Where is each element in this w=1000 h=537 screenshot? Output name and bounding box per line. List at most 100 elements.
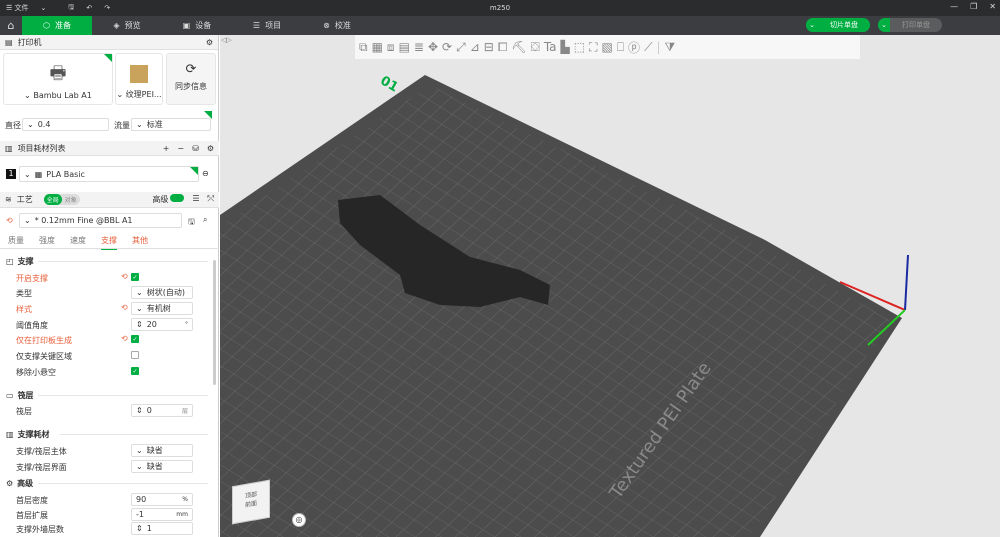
diameter-value: 0.4 [37,120,51,129]
filament-swatch-icon: ▦ [34,169,43,179]
slice-plate-button[interactable]: ⌄ 切片单盘 [806,18,870,32]
buildplate-only-checkbox[interactable]: ✓ [131,335,139,343]
plate-select[interactable]: ⌄ 纹理PEI... [115,53,163,105]
advanced-toggle[interactable] [170,194,185,202]
minimize-icon[interactable]: — [950,2,958,11]
tab-calibration[interactable]: ⊗ 校准 [302,16,372,35]
tab-preview[interactable]: ◈ 预览 [92,16,162,35]
cut-icon[interactable]: ⊟ [484,40,494,54]
add-object-icon[interactable]: ⧉ [359,40,368,55]
raft-layers-stepper[interactable]: ⇕ 0层 [131,404,193,417]
support-interface-select[interactable]: ⌄ 缺省 [131,460,193,473]
reset-icon[interactable]: ⟲ [121,272,128,281]
gear-icon[interactable]: ⚙ [207,144,214,153]
support-interface-label: 支撑/筏层界面 [16,463,67,472]
home-icon[interactable]: ⌂ [0,16,22,35]
auto-orient-icon[interactable]: ⧈ [387,40,395,55]
sync-filament-icon[interactable]: ⛁ [192,144,199,153]
interface-layers-stepper[interactable]: ⇕ 1 [131,522,193,535]
save-preset-icon[interactable]: 🖫 [188,216,195,230]
list-icon[interactable]: ☰ [192,194,199,205]
reset-icon[interactable]: ⟲ [121,334,128,343]
tab-device[interactable]: ▣ 设备 [162,16,232,35]
chevron-down-icon[interactable]: ⌄ [878,18,890,32]
diameter-select[interactable]: ⌄ 0.4 [22,118,109,131]
flow-select[interactable]: ⌄ 标准 [131,118,211,131]
chevron-down-icon[interactable]: ⌄ [806,18,818,32]
compare-icon[interactable]: ⤲ [208,194,214,205]
flow-label: 流量 [114,121,130,130]
interface-layers-label: 支撑外墙层数 [16,525,64,534]
reset-icon[interactable]: ⟲ [6,216,13,225]
sync-info-button[interactable]: ⟳ 同步信息 [166,53,216,105]
layers-icon[interactable]: ▧ [602,40,613,54]
move-icon[interactable]: ✥ [428,40,438,54]
support-paint-icon[interactable]: ⛏ [511,40,526,54]
process-preset-select[interactable]: ⌄ * 0.12mm Fine @BBL A1 [19,213,182,228]
chevron-down-icon[interactable]: ⌄ [35,4,53,12]
angle-stepper[interactable]: ⇕ 20 ° [131,318,193,331]
ruler-icon[interactable]: ⟋ [644,40,652,55]
tab-prepare[interactable]: ⬡ 准备 [22,16,92,35]
plate-view-icon[interactable]: ⓟ [628,39,640,56]
remove-small-label: 移除小悬空 [16,368,56,377]
filament-icon: ▥ [5,143,13,153]
gear-icon[interactable]: ⚙ [206,38,213,47]
tab-project[interactable]: ☰ 项目 [232,16,302,35]
remove-icon[interactable]: − [177,144,184,153]
support-base-select[interactable]: ⌄ 缺省 [131,444,193,457]
add-plate-icon[interactable]: ▦ [372,40,383,54]
text-icon[interactable]: Ta [544,40,557,54]
printer-select[interactable]: 🖶 ⌄ Bambu Lab A1 [3,53,113,105]
critical-only-checkbox[interactable] [131,351,139,359]
restore-icon[interactable]: ❐ [970,2,977,11]
window-title: m250 [489,4,511,12]
assembly-icon[interactable]: ⧩ [665,40,676,55]
split-icon[interactable]: ≣ [414,40,424,54]
tab-label: 项目 [265,21,282,30]
emboss-icon[interactable]: ▙ [561,40,570,54]
3d-viewport[interactable]: 01 Textured PEI Plate ⧉ ▦ ⧈ ▤ ≣ ✥ ⟳ ⤢ ⊿ ⊟ ⧠ ⛏ ⛋ Ta ▙ ⬚… [220,35,1000,537]
raft-layers-label: 筏层 [16,407,32,416]
boolean-icon[interactable]: ⧠ [498,40,508,55]
close-icon[interactable]: ✕ [989,2,996,11]
view-cube[interactable]: 顶部 前面 [232,479,270,525]
undo-icon[interactable]: ↶ [80,4,98,12]
filament-select[interactable]: ⌄ ▦ PLA Basic [19,166,199,182]
support-type-select[interactable]: ⌄ 树状(自动) [131,286,193,299]
collapse-sidebar-icon[interactable]: ◁▷ [221,36,232,44]
rotate-icon[interactable]: ⟳ [442,40,452,54]
device-icon: ▣ [182,21,191,30]
view-options-icon[interactable]: ◎ [292,513,306,527]
search-icon[interactable]: ⌕ [203,215,207,225]
object-view-icon[interactable]: ⎕ [617,40,624,55]
measure-box-icon[interactable]: ⛶ [589,40,597,55]
remove-filament-icon[interactable]: ⊖ [202,169,209,178]
density-input[interactable]: 90% [131,493,193,506]
expansion-input[interactable]: -1 mm [131,508,193,521]
scrollbar[interactable] [213,260,216,385]
support-style-select[interactable]: ⌄ 有机树 [131,302,193,315]
save-icon[interactable]: 🖫 [62,3,80,14]
critical-only-label: 仅支撑关键区域 [16,352,72,361]
cube-front-label: 前面 [244,499,257,510]
lay-on-face-icon[interactable]: ⊿ [470,40,480,54]
support-base-label: 支撑/筏层主体 [16,447,67,456]
arrange-icon[interactable]: ▤ [399,40,410,54]
preset-name: * 0.12mm Fine @BBL A1 [34,216,133,225]
buildplate-only-label: 仅在打印板生成 [16,336,72,345]
remove-small-checkbox[interactable]: ✓ [131,367,139,375]
color-paint-icon[interactable]: ⛋ [531,40,540,55]
toggle-global[interactable]: 全局 [43,194,62,205]
print-plate-button[interactable]: ⌄ 打印单盘 [878,18,942,32]
add-icon[interactable]: + [163,144,170,153]
toggle-object[interactable]: 对象 [62,194,80,205]
redo-icon[interactable]: ↷ [98,4,116,12]
global-object-toggle[interactable]: 全局 对象 [43,194,80,205]
cube-view-icon[interactable]: ⬚ [574,40,585,54]
reset-icon[interactable]: ⟲ [121,303,128,312]
file-menu[interactable]: ☰ 文件 [0,3,35,13]
enable-support-checkbox[interactable]: ✓ [131,273,139,281]
scale-icon[interactable]: ⤢ [456,40,466,55]
process-header: ≋ 工艺 全局 对象 高级 ☰ ⤲ [0,192,219,208]
